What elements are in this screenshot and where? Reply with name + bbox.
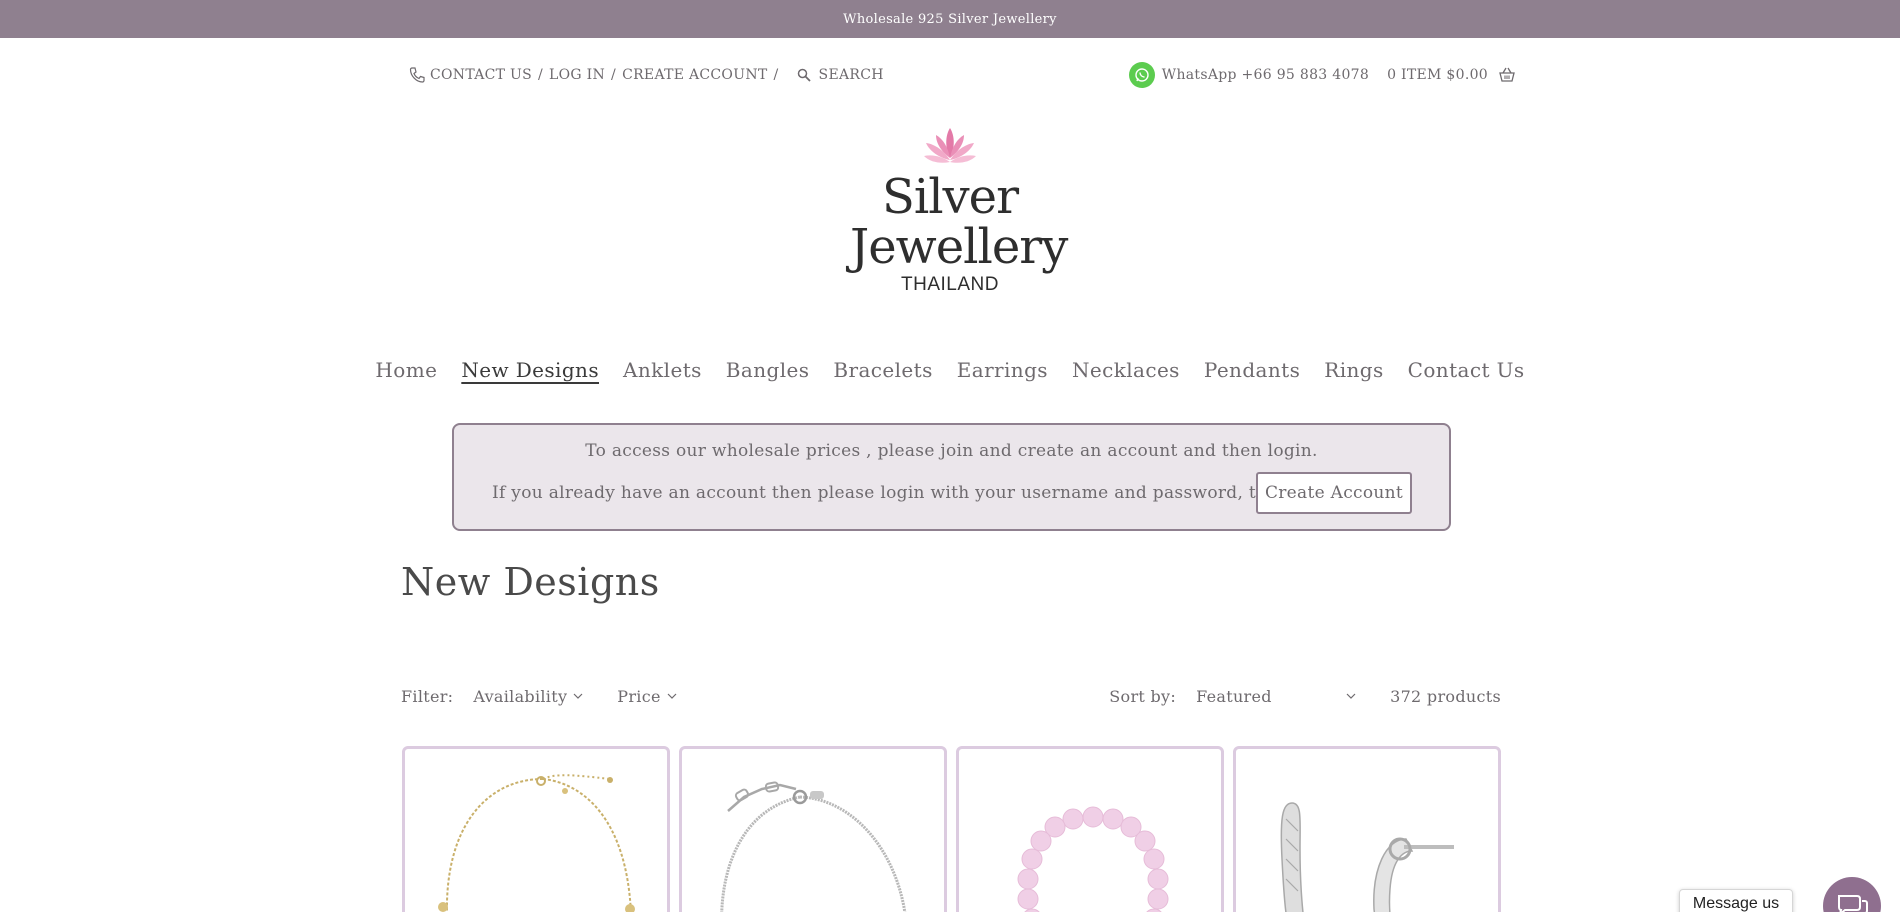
- availability-filter-label: Availability: [473, 686, 568, 706]
- page-title: New Designs: [401, 560, 660, 604]
- contact-us-link[interactable]: CONTACT US: [430, 67, 532, 83]
- notice-text-line2: If you already have an account then plea…: [492, 483, 1315, 503]
- nav-item-new-designs[interactable]: New Designs: [461, 358, 599, 382]
- separator: /: [773, 67, 779, 83]
- header-utility-right: WhatsApp +66 95 883 4078 0 ITEM $0.00: [1128, 62, 1516, 88]
- nav-item-earrings[interactable]: Earrings: [957, 358, 1048, 382]
- logo-text-silver: Silver: [881, 169, 1019, 225]
- sort-select[interactable]: Featured: [1196, 687, 1356, 706]
- nav-item-anklets[interactable]: Anklets: [623, 358, 702, 382]
- main-navigation: Home New Designs Anklets Bangles Bracele…: [0, 358, 1900, 382]
- message-us-bubble[interactable]: Message us: [1679, 889, 1793, 912]
- nav-item-necklaces[interactable]: Necklaces: [1072, 358, 1180, 382]
- search-input[interactable]: [818, 67, 959, 83]
- product-card[interactable]: [679, 746, 947, 912]
- sort-bar: Sort by: Featured 372 products: [1109, 685, 1501, 707]
- logo-text-thailand: THAILAND: [901, 274, 999, 295]
- search-box[interactable]: [797, 67, 959, 83]
- silver-chain-bracelet-image: [720, 781, 907, 912]
- product-card[interactable]: [1233, 746, 1501, 912]
- create-account-link[interactable]: CREATE ACCOUNT: [622, 67, 767, 83]
- separator: /: [611, 67, 617, 83]
- logo-text-jewellery: Jewellery: [850, 219, 1068, 275]
- site-logo[interactable]: Silver Jewellery THAILAND: [850, 124, 1068, 308]
- wholesale-notice: To access our wholesale prices , please …: [452, 423, 1451, 531]
- nav-item-home[interactable]: Home: [375, 358, 437, 382]
- announcement-bar: Wholesale 925 Silver Jewellery: [0, 0, 1900, 38]
- search-icon[interactable]: [797, 68, 811, 82]
- filter-bar: Filter: Availability Price: [401, 685, 677, 707]
- announcement-text: Wholesale 925 Silver Jewellery: [843, 11, 1057, 27]
- nav-item-contact-us[interactable]: Contact Us: [1408, 358, 1525, 382]
- separator: /: [538, 67, 544, 83]
- sort-value: Featured: [1196, 686, 1272, 706]
- sort-label: Sort by:: [1109, 686, 1177, 706]
- pink-bead-bracelet-image: [1017, 806, 1169, 912]
- gold-chain-anklet-image: [438, 774, 635, 912]
- availability-filter[interactable]: Availability: [473, 687, 583, 706]
- header-utility-left: CONTACT US / LOG IN / CREATE ACCOUNT /: [408, 64, 959, 86]
- product-card[interactable]: [956, 746, 1224, 912]
- lotus-icon: [924, 128, 976, 163]
- filter-label: Filter:: [401, 686, 454, 706]
- price-filter[interactable]: Price: [617, 686, 677, 706]
- product-card[interactable]: [402, 746, 670, 912]
- chevron-down-icon: [1346, 693, 1356, 699]
- nav-item-bangles[interactable]: Bangles: [726, 358, 810, 382]
- phone-icon: [408, 66, 426, 84]
- whatsapp-icon[interactable]: [1128, 62, 1155, 88]
- product-count: 372 products: [1390, 686, 1501, 706]
- nav-item-bracelets[interactable]: Bracelets: [833, 358, 932, 382]
- chat-icon[interactable]: [1823, 877, 1881, 912]
- nav-item-pendants[interactable]: Pendants: [1204, 358, 1300, 382]
- cart-link[interactable]: 0 ITEM $0.00: [1387, 67, 1488, 83]
- basket-icon[interactable]: [1498, 66, 1516, 84]
- whatsapp-link[interactable]: WhatsApp +66 95 883 4078: [1162, 67, 1369, 83]
- notice-text-line1: To access our wholesale prices , please …: [585, 441, 1318, 461]
- chevron-down-icon: [573, 693, 583, 699]
- nav-item-rings[interactable]: Rings: [1324, 358, 1383, 382]
- price-filter-label: Price: [617, 686, 661, 706]
- silver-hoop-earrings-image: [1280, 802, 1454, 912]
- chevron-down-icon: [667, 693, 677, 699]
- log-in-link[interactable]: LOG IN: [549, 67, 605, 83]
- create-account-button[interactable]: Create Account: [1256, 472, 1412, 514]
